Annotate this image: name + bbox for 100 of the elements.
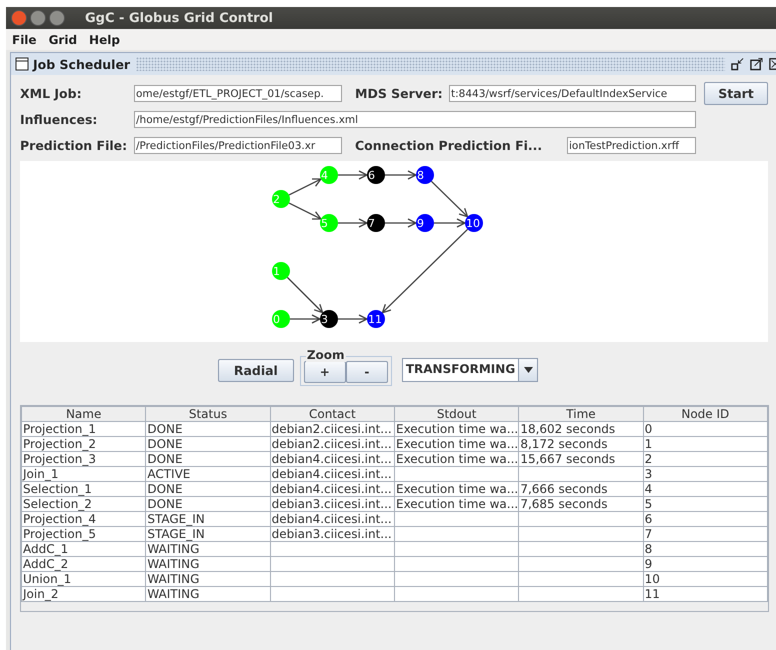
table-cell: debian4.ciicesi.int... [270,452,394,466]
table-cell: DONE [146,496,270,512]
table-cell: Projection_2 [22,436,146,452]
start-button[interactable]: Start [704,82,768,105]
node-label: 1 [273,265,280,278]
field-label: Prediction File: [20,138,128,153]
table-cell: debian2.ciicesi.int... [270,436,394,452]
table-cell: WAITING [146,556,270,572]
window-title: GgC - Globus Grid Control [85,10,273,26]
table-cell: Execution time wa... [394,496,519,512]
table-cell: WAITING [146,542,270,556]
menu-item[interactable]: File [12,32,37,46]
table-cell: Join_2 [22,586,146,602]
table-cell: debian2.ciicesi.int... [270,422,394,436]
table-cell: WAITING [146,572,270,586]
table-cell: Projection_3 [22,452,146,466]
node-label: 7 [368,217,375,230]
column-header[interactable]: Status [146,406,270,422]
table-cell: Selection_2 [22,496,146,512]
table-cell: DONE [146,436,270,452]
table-cell: DONE [146,482,270,496]
dropdown-arrow-icon[interactable] [524,367,533,373]
column-header[interactable]: Contact [270,406,394,422]
table-cell: debian4.ciicesi.int... [270,482,394,496]
minimize-button[interactable] [30,10,46,26]
radial-button[interactable]: Radial [218,359,294,382]
text-field[interactable]: ome/estgf/ETL_PROJECT_01/scasep. [134,85,342,102]
table-cell: Execution time wa... [394,452,519,466]
minimize-icon[interactable] [731,57,744,71]
zoom-label: Zoom [306,348,346,362]
table-cell: debian4.ciicesi.int... [270,512,394,526]
edge-arrow [338,314,368,324]
node-label: 5 [321,217,328,230]
layout-dropdown[interactable]: TRANSFORMING [402,358,538,382]
table-cell: 6 [643,512,768,526]
table-cell: Execution time wa... [394,422,519,436]
menu-item[interactable]: Grid [48,32,78,46]
table-cell: 2 [643,452,768,466]
table-cell: 7,685 seconds [518,496,644,512]
field-label: Connection Prediction Fi... [355,138,544,153]
menu-item[interactable]: Help [89,32,120,46]
table-cell: 10 [643,572,768,586]
frame-title: Job Scheduler [33,56,130,72]
text-field[interactable]: /home/estgf/PredictionFiles/Influences.xml [134,111,696,128]
table-cell: Execution time wa... [394,436,519,452]
table-cell: Projection_5 [22,526,146,542]
text-field[interactable]: t:8443/wsrf/services/DefaultIndexService [449,85,696,102]
table-cell: 7 [643,526,768,542]
table-cell: 15,667 seconds [518,452,644,466]
column-header[interactable]: Stdout [394,406,519,422]
node-label: 3 [321,313,328,326]
table-cell: debian3.ciicesi.int... [270,496,394,512]
column-header[interactable]: Name [22,406,146,422]
table-cell: 8 [643,542,768,556]
table-cell: Union_1 [22,572,146,586]
table-cell: DONE [146,422,270,436]
edge-arrow [338,218,368,228]
node-label: 2 [273,193,280,206]
table-cell: STAGE_IN [146,512,270,526]
field-label: Influences: [20,112,98,127]
table-cell: 11 [643,586,768,602]
table-cell: 0 [643,422,768,436]
edge-arrow [338,170,368,180]
table-cell: debian4.ciicesi.int... [270,466,394,482]
maximize-icon[interactable] [750,57,763,71]
table-cell: 4 [643,482,768,496]
table-cell: Projection_4 [22,512,146,526]
table-cell: 5 [643,496,768,512]
table-cell: Execution time wa... [394,482,519,496]
node-label: 8 [417,169,424,182]
table-cell: Selection_1 [22,482,146,496]
table-cell: AddC_1 [22,542,146,556]
node-label: 11 [368,313,382,326]
node-label: 4 [321,169,328,182]
close-button[interactable] [11,10,27,26]
node-label: 10 [466,217,480,230]
table-cell: 8,172 seconds [518,436,644,452]
table-cell: ACTIVE [146,466,270,482]
table-cell: AddC_2 [22,556,146,572]
table-cell: WAITING [146,586,270,602]
table-cell: 7,666 seconds [518,482,644,496]
column-header[interactable]: Time [518,406,644,422]
zoom-in-button[interactable]: + [304,361,346,383]
zoom-out-button[interactable]: - [346,361,388,383]
field-label: XML Job: [20,86,83,101]
node-label: 9 [417,217,424,230]
table-cell: STAGE_IN [146,526,270,542]
maximize-button[interactable] [49,10,65,26]
column-header[interactable]: Node ID [643,406,768,422]
table-cell: DONE [146,452,270,466]
text-field[interactable]: ionTestPrediction.xrff [567,137,696,154]
close-icon[interactable] [769,57,776,71]
table-cell: 9 [643,556,768,572]
edge-arrow [288,178,322,196]
text-field[interactable]: /PredictionFiles/PredictionFile03.xr [134,137,342,154]
edge-arrow [385,170,418,180]
table-cell: 18,602 seconds [518,422,644,436]
node-label: 6 [368,169,375,182]
window-icon [15,57,29,71]
table-cell: Projection_1 [22,422,146,436]
